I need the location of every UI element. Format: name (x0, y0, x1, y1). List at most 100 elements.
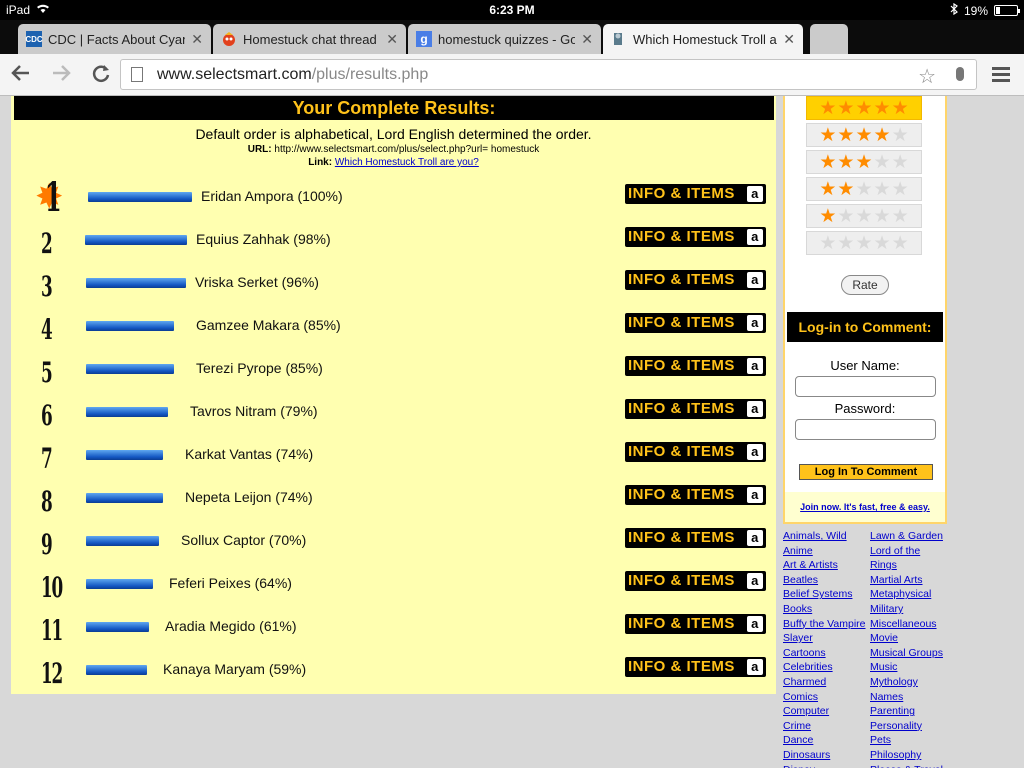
username-field[interactable] (795, 376, 936, 397)
category-link[interactable]: Names (870, 690, 943, 705)
info-items-button[interactable]: INFO & ITEMS a (625, 313, 766, 333)
url-text[interactable]: www.selectsmart.com/plus/results.php (157, 66, 428, 84)
amazon-icon: a (747, 229, 763, 245)
category-link[interactable]: Art & Artists (783, 558, 866, 573)
category-link[interactable]: Belief Systems (783, 587, 866, 602)
category-link[interactable]: Buffy the Vampire (783, 617, 866, 632)
tab-cdc[interactable]: CDC CDC | Facts About Cyanid ✕ (18, 24, 211, 54)
tab-strip: CDC CDC | Facts About Cyanid ✕ Homestuck… (0, 20, 1024, 54)
category-link[interactable]: Mythology (870, 675, 943, 690)
rating-option[interactable]: ★ ★ ★ ★ ★ (806, 96, 922, 120)
score-bar (86, 536, 159, 546)
tab-selectsmart[interactable]: Which Homestuck Troll ar ✕ (603, 24, 803, 54)
info-items-label: INFO & ITEMS (628, 615, 735, 632)
info-items-button[interactable]: INFO & ITEMS a (625, 227, 766, 247)
category-link[interactable]: Pets (870, 733, 943, 748)
rating-option[interactable]: ★ ★ ★ ★ ★ (806, 204, 922, 228)
info-items-button[interactable]: INFO & ITEMS a (625, 485, 766, 505)
new-tab-button[interactable] (810, 24, 848, 54)
category-link[interactable]: Books (783, 602, 866, 617)
close-icon[interactable]: ✕ (386, 31, 398, 48)
url-path: /plus/results.php (311, 66, 429, 83)
order-note: Default order is alphabetical, Lord Engl… (195, 126, 592, 142)
star-icon: ★ (873, 205, 891, 227)
category-link[interactable]: Philosophy (870, 748, 943, 763)
score-bar (88, 192, 192, 202)
star-icon: ★ (873, 232, 891, 254)
info-items-button[interactable]: INFO & ITEMS a (625, 571, 766, 591)
rating-option[interactable]: ★ ★ ★ ★ ★ (806, 123, 922, 147)
forward-icon[interactable] (48, 62, 74, 88)
info-items-button[interactable]: INFO & ITEMS a (625, 356, 766, 376)
info-items-button[interactable]: INFO & ITEMS a (625, 657, 766, 677)
rate-button[interactable]: Rate (841, 275, 889, 295)
category-link[interactable]: Animals, Wild (783, 529, 866, 544)
result-name: Kanaya Maryam (59%) (163, 661, 307, 677)
category-link[interactable]: Crime (783, 719, 866, 734)
info-items-button[interactable]: INFO & ITEMS a (625, 184, 766, 204)
login-button[interactable]: Log In To Comment (799, 464, 933, 480)
category-link[interactable]: Anime (783, 544, 866, 559)
category-link[interactable]: Beatles (783, 573, 866, 588)
category-link[interactable]: Disney (783, 763, 866, 768)
close-icon[interactable]: ✕ (191, 31, 203, 48)
reload-icon[interactable] (88, 62, 114, 88)
star-icon: ★ (855, 151, 873, 173)
info-items-label: INFO & ITEMS (628, 228, 735, 245)
info-items-button[interactable]: INFO & ITEMS a (625, 442, 766, 462)
category-link[interactable]: Dance (783, 733, 866, 748)
close-icon[interactable]: ✕ (581, 31, 593, 48)
category-link[interactable]: Metaphysical (870, 587, 943, 602)
category-link[interactable]: Music (870, 660, 943, 675)
category-link[interactable]: Celebrities (783, 660, 866, 675)
tab-homestuck-chat[interactable]: Homestuck chat thread ✕ (213, 24, 406, 54)
info-items-button[interactable]: INFO & ITEMS a (625, 528, 766, 548)
bookmark-star-icon[interactable]: ☆ (918, 64, 936, 89)
menu-icon[interactable] (992, 67, 1010, 85)
amazon-icon: a (747, 444, 763, 460)
address-bar[interactable]: www.selectsmart.com/plus/results.php ☆ (120, 59, 977, 90)
category-link[interactable]: Computer (783, 704, 866, 719)
info-items-label: INFO & ITEMS (628, 185, 735, 202)
microphone-icon[interactable] (956, 67, 964, 81)
category-link[interactable]: Cartoons (783, 646, 866, 661)
close-icon[interactable]: ✕ (783, 31, 795, 48)
rating-option[interactable]: ★ ★ ★ ★ ★ (806, 177, 922, 201)
info-items-button[interactable]: INFO & ITEMS a (625, 399, 766, 419)
star-icon: ★ (891, 178, 909, 200)
star-icon: ★ (873, 97, 891, 119)
quiz-link[interactable]: Which Homestuck Troll are you? (335, 157, 479, 168)
result-name: Terezi Pyrope (85%) (196, 360, 323, 376)
quiz-url: http://www.selectsmart.com/plus/select.p… (274, 144, 540, 155)
join-link[interactable]: Join now. It's fast, free & easy. (800, 502, 930, 512)
category-link[interactable]: Charmed (783, 675, 866, 690)
tab-title: Homestuck chat thread (243, 31, 377, 47)
info-items-button[interactable]: INFO & ITEMS a (625, 270, 766, 290)
category-link[interactable]: Rings (870, 558, 943, 573)
tab-google[interactable]: g homestuck quizzes - Goog ✕ (408, 24, 601, 54)
category-link[interactable]: Musical Groups (870, 646, 943, 661)
category-link[interactable]: Parenting (870, 704, 943, 719)
info-items-label: INFO & ITEMS (628, 271, 735, 288)
info-items-label: INFO & ITEMS (628, 658, 735, 675)
category-link[interactable]: Lawn & Garden (870, 529, 943, 544)
rating-option[interactable]: ★ ★ ★ ★ ★ (806, 150, 922, 174)
category-link[interactable]: Movie (870, 631, 943, 646)
category-link[interactable]: Comics (783, 690, 866, 705)
result-name: Tavros Nitram (79%) (190, 403, 318, 419)
category-link[interactable]: Places & Travel (870, 763, 943, 768)
category-link[interactable]: Military (870, 602, 943, 617)
back-icon[interactable] (8, 62, 34, 88)
category-link[interactable]: Martial Arts (870, 573, 943, 588)
category-link[interactable]: Slayer (783, 631, 866, 646)
rating-option[interactable]: ★ ★ ★ ★ ★ (806, 231, 922, 255)
category-link[interactable]: Personality (870, 719, 943, 734)
category-link[interactable]: Miscellaneous (870, 617, 943, 632)
category-link[interactable]: Dinosaurs (783, 748, 866, 763)
sidebar-box: ★ ★ ★ ★ ★ ★ ★ ★ ★ ★ ★ ★ ★ ★ ★ ★ ★ ★ ★ ★ ★ ★ ★ ★ ★ ★ ★ ★ ★ ★ Rate Log-… (783, 96, 947, 524)
password-field[interactable] (795, 419, 936, 440)
star-rating-widget: ★ ★ ★ ★ ★ ★ ★ ★ ★ ★ ★ ★ ★ ★ ★ ★ ★ ★ ★ ★ ★ ★ ★ ★ ★ ★ ★ ★ ★ ★ (806, 96, 922, 258)
info-items-button[interactable]: INFO & ITEMS a (625, 614, 766, 634)
category-link[interactable]: Lord of the (870, 544, 943, 559)
tab-title: Which Homestuck Troll ar (633, 31, 778, 47)
